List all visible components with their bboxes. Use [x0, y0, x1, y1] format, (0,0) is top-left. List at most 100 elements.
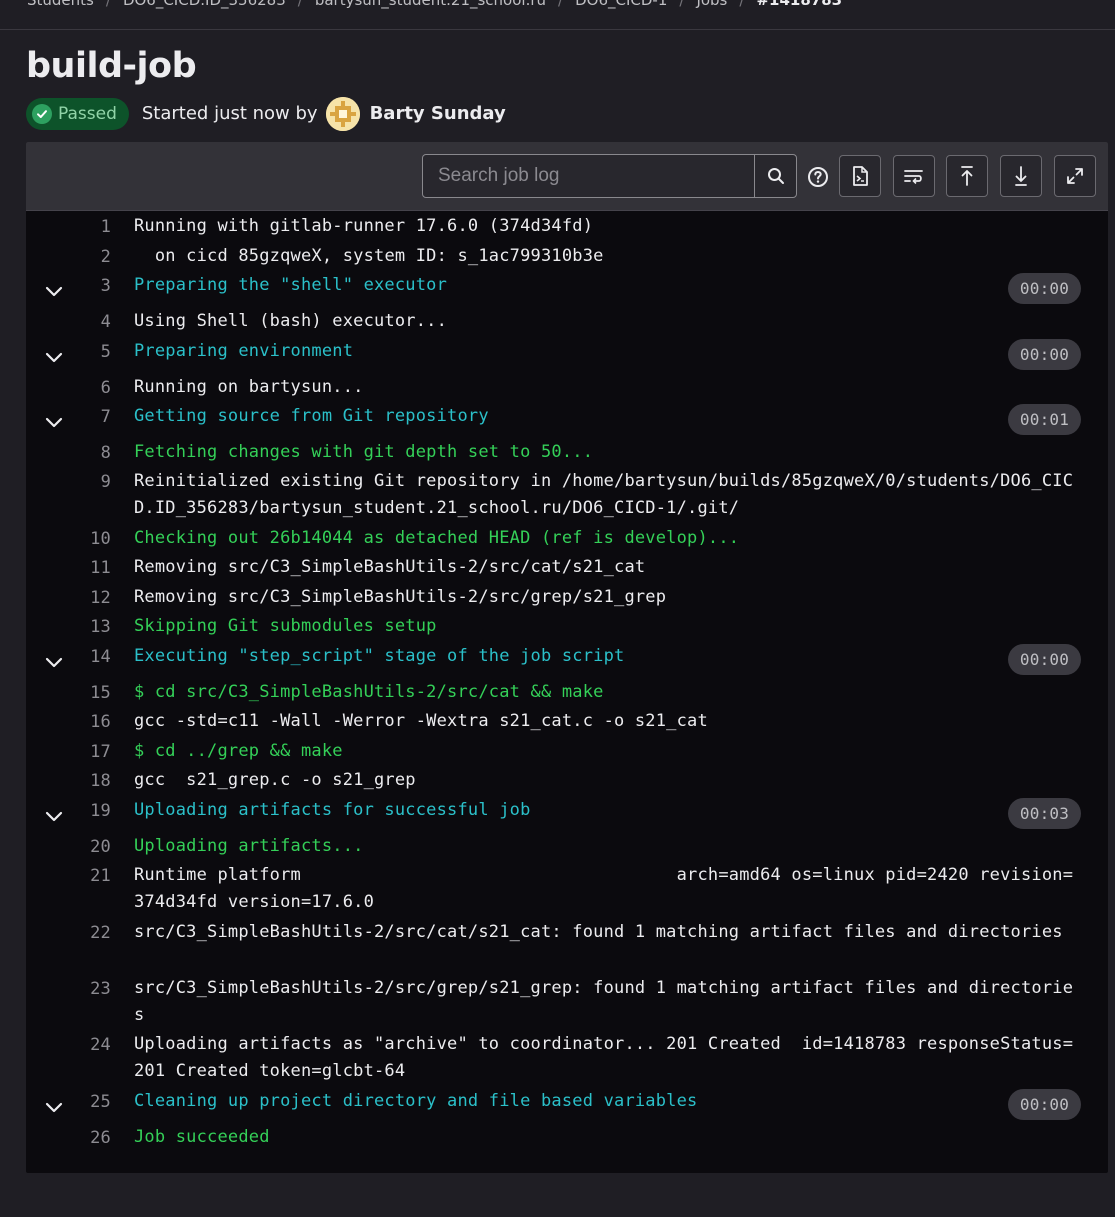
line-number[interactable]: 12	[66, 585, 111, 612]
log-line-text: Checking out 26b14044 as detached HEAD (…	[134, 528, 740, 548]
scroll-top-icon	[961, 166, 973, 186]
breadcrumb-item[interactable]: bartysun_student.21_school.ru	[315, 0, 546, 9]
breadcrumb-separator: /	[679, 0, 685, 9]
line-number[interactable]: 2	[66, 244, 111, 271]
log-line-text: Job succeeded	[134, 1127, 270, 1147]
line-number[interactable]: 1	[66, 214, 111, 241]
section-duration-badge: 00:00	[1008, 644, 1081, 675]
line-number[interactable]: 26	[66, 1125, 111, 1152]
search-input[interactable]	[423, 155, 754, 197]
line-number[interactable]: 25	[66, 1089, 111, 1116]
line-number[interactable]: 8	[66, 440, 111, 467]
check-circle-icon	[32, 103, 52, 124]
line-number[interactable]: 11	[66, 555, 111, 582]
chevron-down-icon[interactable]	[44, 413, 64, 433]
line-number[interactable]: 5	[66, 339, 111, 366]
wrap-lines-button[interactable]	[893, 155, 935, 197]
line-number[interactable]: 13	[66, 614, 111, 641]
line-number[interactable]: 16	[66, 709, 111, 736]
line-number[interactable]: 15	[66, 680, 111, 707]
fullscreen-button[interactable]	[1054, 155, 1096, 197]
log-line-text: gcc s21_grep.c -o s21_grep	[134, 770, 416, 790]
raw-log-icon	[853, 166, 868, 186]
log-line-text: Fetching changes with git depth set to 5…	[134, 442, 594, 462]
search-box	[422, 154, 797, 198]
log-line-text: on cicd 85gzqweX, system ID: s_1ac799310…	[134, 246, 604, 266]
log-line-text: Removing src/C3_SimpleBashUtils-2/src/ca…	[134, 557, 646, 577]
status-label: Passed	[58, 103, 117, 124]
line-number[interactable]: 9	[66, 469, 111, 496]
log-line-text: Runtime platform arch=amd64 os=linux pid…	[134, 865, 1074, 912]
log-line-text: Uploading artifacts as "archive" to coor…	[134, 1034, 1074, 1081]
search-icon	[767, 168, 784, 184]
line-number[interactable]: 19	[66, 798, 111, 825]
line-number[interactable]: 21	[66, 863, 111, 890]
log-line-text: $ cd src/C3_SimpleBashUtils-2/src/cat &&…	[134, 682, 604, 702]
line-number[interactable]: 10	[66, 526, 111, 553]
chevron-down-icon[interactable]	[44, 348, 64, 368]
line-number[interactable]: 7	[66, 404, 111, 431]
scroll-to-top-button[interactable]	[946, 155, 988, 197]
log-line-text: Skipping Git submodules setup	[134, 616, 437, 636]
breadcrumb-separator: /	[105, 0, 111, 9]
line-number[interactable]: 14	[66, 644, 111, 671]
breadcrumb-item[interactable]: Jobs	[696, 0, 727, 9]
log-line-text: Preparing environment	[134, 341, 354, 361]
page-title: build-job	[26, 46, 197, 86]
breadcrumb-separator: /	[558, 0, 564, 9]
breadcrumb-separator: /	[297, 0, 303, 9]
log-line-text: Executing "step_script" stage of the job…	[134, 646, 625, 666]
log-line-text: gcc -std=c11 -Wall -Werror -Wextra s21_c…	[134, 711, 708, 731]
breadcrumb-item[interactable]: DO6_CICD.ID_356283	[123, 0, 286, 9]
log-line-text: Getting source from Git repository	[134, 406, 489, 426]
fullscreen-icon	[1067, 168, 1083, 184]
breadcrumb-item[interactable]: DO6_CICD-1	[575, 0, 667, 9]
line-number[interactable]: 20	[66, 834, 111, 861]
breadcrumb-separator: /	[739, 0, 745, 9]
log-line-text: Cleaning up project directory and file b…	[134, 1091, 698, 1111]
wrap-lines-icon	[904, 170, 923, 184]
started-text: Started just now by	[141, 103, 318, 124]
line-number[interactable]: 3	[66, 273, 111, 300]
breadcrumb: Students / DO6_CICD.ID_356283 / bartysun_stu…	[27, 0, 842, 12]
avatar[interactable]	[325, 96, 360, 131]
section-duration-badge: 00:01	[1008, 404, 1081, 435]
log-line-text: src/C3_SimpleBashUtils-2/src/cat/s21_cat…	[134, 922, 1063, 942]
chevron-down-icon[interactable]	[44, 807, 64, 827]
log-line-text: $ cd ../grep && make	[134, 741, 343, 761]
chevron-down-icon[interactable]	[44, 1098, 64, 1118]
log-line-text: Running with gitlab-runner 17.6.0 (374d3…	[134, 216, 594, 236]
header-divider	[0, 29, 1115, 30]
job-log-panel: 1 Running with gitlab-runner 17.6.0 (374d…	[26, 142, 1108, 1173]
section-duration-badge: 00:03	[1008, 798, 1081, 829]
line-number[interactable]: 17	[66, 739, 111, 766]
log-line-text: Uploading artifacts...	[134, 836, 364, 856]
log-line-text: Removing src/C3_SimpleBashUtils-2/src/gr…	[134, 587, 667, 607]
scroll-bottom-icon	[1015, 166, 1027, 186]
log-line-text: Uploading artifacts for successful job	[134, 800, 531, 820]
breadcrumb-item[interactable]: Students	[27, 0, 94, 9]
log-line-text: Running on bartysun...	[134, 377, 364, 397]
section-duration-badge: 00:00	[1008, 273, 1081, 304]
chevron-down-icon[interactable]	[44, 653, 64, 673]
author-name[interactable]: Barty Sunday	[370, 103, 506, 124]
line-number[interactable]: 4	[66, 309, 111, 336]
breadcrumb-item[interactable]: #1418783	[756, 0, 842, 9]
help-icon[interactable]	[807, 166, 829, 188]
scroll-to-bottom-button[interactable]	[1000, 155, 1042, 197]
job-log-toolbar	[26, 142, 1108, 211]
line-number[interactable]: 6	[66, 375, 111, 402]
log-line-text: src/C3_SimpleBashUtils-2/src/grep/s21_gr…	[134, 978, 1074, 1025]
show-raw-button[interactable]	[839, 155, 881, 197]
job-meta: Passed Started just now by Barty Sunday	[26, 96, 506, 131]
line-number[interactable]: 22	[66, 920, 111, 947]
chevron-down-icon[interactable]	[44, 282, 64, 302]
line-number[interactable]: 23	[66, 976, 111, 1003]
search-button[interactable]	[754, 155, 796, 197]
log-line-text: Preparing the "shell" executor	[134, 275, 448, 295]
section-duration-badge: 00:00	[1008, 1089, 1081, 1120]
line-number[interactable]: 18	[66, 768, 111, 795]
line-number[interactable]: 24	[66, 1032, 111, 1059]
log-line-text: Reinitialized existing Git repository in…	[134, 471, 1074, 518]
status-badge[interactable]: Passed	[26, 97, 129, 130]
